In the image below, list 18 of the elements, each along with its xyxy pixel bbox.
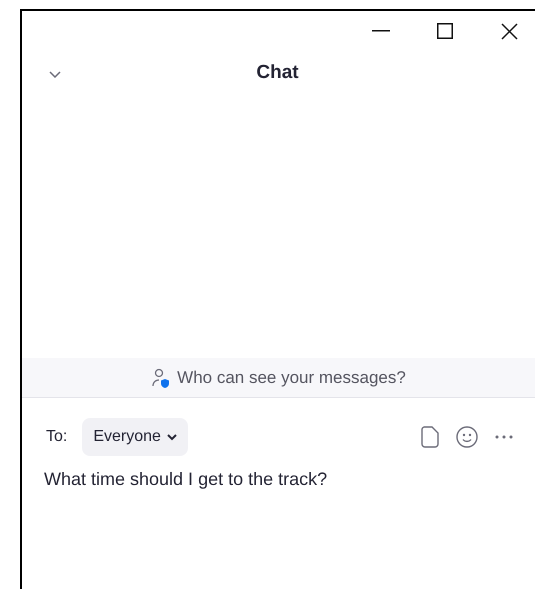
chevron-down-icon (166, 434, 177, 440)
privacy-banner[interactable]: Who can see your messages? (22, 358, 535, 398)
maximize-icon (437, 23, 453, 39)
chevron-down-icon (49, 70, 61, 78)
window-title: Chat (256, 60, 299, 85)
maximize-button[interactable] (435, 21, 455, 41)
to-label: To: (46, 427, 68, 447)
emoji-button[interactable] (455, 425, 479, 449)
minimize-icon (372, 30, 390, 32)
recipient-dropdown[interactable]: Everyone (82, 418, 188, 456)
file-button[interactable] (419, 425, 441, 449)
close-icon (500, 22, 518, 40)
close-button[interactable] (499, 21, 519, 41)
message-input[interactable]: What time should I get to the track? (44, 466, 513, 546)
privacy-text: Who can see your messages? (177, 366, 406, 389)
more-icon (495, 435, 513, 439)
file-icon (421, 426, 439, 448)
smiley-icon (456, 426, 478, 448)
